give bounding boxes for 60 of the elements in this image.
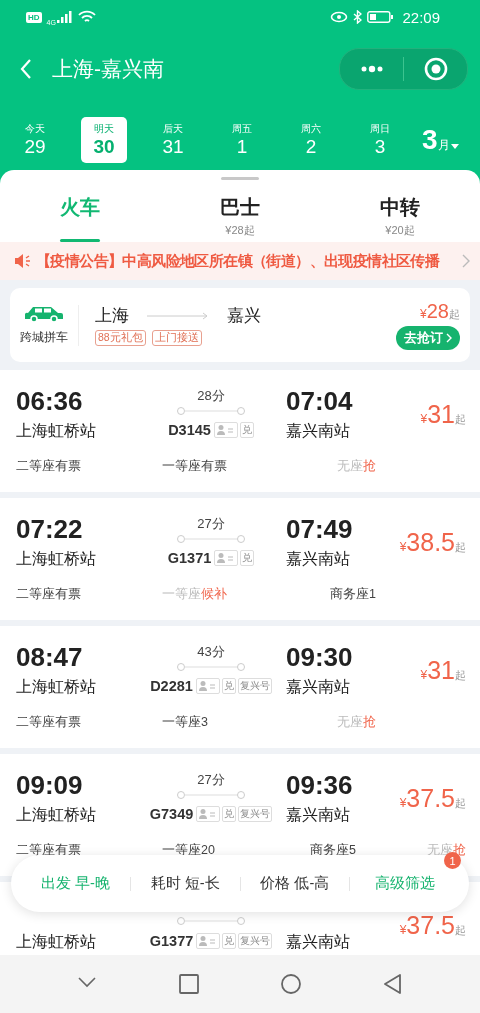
price-label: ¥38.5起 xyxy=(398,527,466,557)
train-number: G1377 xyxy=(149,932,194,949)
seat-availability: 商务座1 xyxy=(329,586,376,603)
arrival-time: 09:36 xyxy=(286,770,354,801)
train-tag: 兑 xyxy=(222,932,237,949)
station-name: 上海虹桥站 xyxy=(16,932,97,952)
departure-time: 09:09 xyxy=(16,770,84,801)
departure-time: 07:22 xyxy=(16,514,84,545)
duration-text: 43分 xyxy=(197,643,225,661)
price-label: ¥31起 xyxy=(419,655,466,685)
seat-availability: 一等座3 xyxy=(161,714,209,731)
promo-tag: 上门接送 xyxy=(151,330,202,346)
station-name: 嘉兴南站 xyxy=(286,805,351,825)
train-tag: 兑 xyxy=(221,677,236,694)
train-number: G1371 xyxy=(167,549,212,566)
train-tag: 兑 xyxy=(240,549,255,566)
page-title: 上海-嘉兴南 xyxy=(52,56,165,82)
hd-indicator: HD xyxy=(26,11,42,23)
seat-availability: 二等座有票 xyxy=(16,586,82,603)
station-name: 上海虹桥站 xyxy=(16,677,97,697)
train-tag: 复兴号 xyxy=(237,677,272,694)
train-number: G7349 xyxy=(149,805,194,822)
seat-availability: 一等座20 xyxy=(161,842,216,859)
arrival-time: 07:04 xyxy=(286,386,354,417)
train-number: D3145 xyxy=(168,421,211,438)
station-name: 上海虹桥站 xyxy=(16,549,97,569)
station-name: 上海虹桥站 xyxy=(16,805,97,825)
duration-text: 27分 xyxy=(197,515,225,533)
arrival-city: 嘉兴 xyxy=(227,305,261,327)
station-name: 上海虹桥站 xyxy=(16,421,97,441)
carpool-label: 跨城拼车 xyxy=(20,328,68,346)
train-number: D2281 xyxy=(150,677,193,694)
price-label: ¥37.5起 xyxy=(398,783,466,813)
arrival-time: 09:30 xyxy=(286,642,354,673)
departure-time: 08:47 xyxy=(16,642,84,673)
station-name: 嘉兴南站 xyxy=(286,549,351,569)
price-label: ¥37.5起 xyxy=(398,911,466,940)
arrival-time: 07:49 xyxy=(286,514,354,545)
notice-text: 【疫情公告】中高风险地区所在镇（街道）、出现疫情社区传播 xyxy=(36,251,441,271)
clock-time: 22:09 xyxy=(402,8,440,26)
train-tag: 兑 xyxy=(222,805,237,822)
price-label: ¥31起 xyxy=(419,399,466,429)
seat-availability: 二等座有票 xyxy=(16,842,82,859)
price-label: ¥28起 xyxy=(420,300,460,323)
seat-availability: 无座抢 xyxy=(336,714,376,731)
departure-time: 06:36 xyxy=(16,386,84,417)
duration-text: 28分 xyxy=(197,387,225,405)
seat-availability: 二等座有票 xyxy=(16,458,82,475)
seat-availability: 一等座有票 xyxy=(161,458,228,475)
train-tag: 复兴号 xyxy=(238,805,273,822)
duration-text: 27分 xyxy=(197,771,225,789)
departure-city: 上海 xyxy=(95,305,129,327)
seat-availability: 无座抢 xyxy=(336,458,376,475)
promo-tag: 88元礼包 xyxy=(95,330,146,346)
station-name: 嘉兴南站 xyxy=(286,677,351,697)
train-tag: 复兴号 xyxy=(238,932,273,949)
station-name: 嘉兴南站 xyxy=(286,421,351,441)
train-tag: 兑 xyxy=(239,421,254,438)
station-name: 嘉兴南站 xyxy=(286,932,351,952)
seat-availability: 二等座有票 xyxy=(16,714,82,731)
